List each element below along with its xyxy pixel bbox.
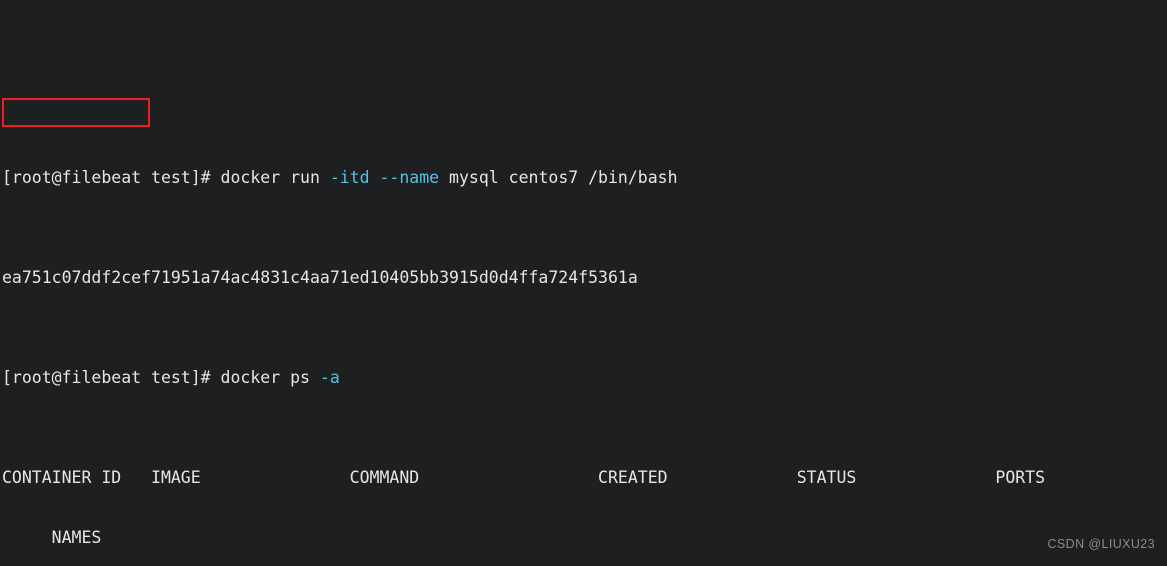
command-run-args: mysql centos7 /bin/bash (449, 168, 678, 187)
clipped-top-line (2, 68, 1075, 88)
flag-name: --name (379, 168, 450, 187)
table-header-row: CONTAINER ID IMAGE COMMAND CREATED STATU… (2, 468, 1046, 487)
shell-prompt: [root@filebeat test]# (2, 368, 221, 387)
terminal-output: [root@filebeat test]# docker run -itd --… (2, 0, 1075, 566)
watermark: CSDN @LIUXU23 (1047, 537, 1155, 551)
output-container-hash: ea751c07ddf2cef71951a74ac4831c4aa71ed104… (2, 268, 638, 287)
flag-a: -a (319, 368, 340, 387)
command-line-docker-ps: [root@filebeat test]# docker ps -a (2, 368, 1075, 388)
shell-prompt: [root@filebeat test]# (2, 168, 221, 187)
command-docker-run: docker run (220, 168, 330, 187)
command-docker-ps: docker ps (220, 368, 320, 387)
table-header-row-wrap: NAMES (2, 528, 102, 547)
flag-itd: -itd (329, 168, 380, 187)
terminal-window[interactable]: [root@filebeat test]# docker run -itd --… (0, 0, 1167, 566)
command-line-docker-run: [root@filebeat test]# docker run -itd --… (2, 168, 1075, 188)
